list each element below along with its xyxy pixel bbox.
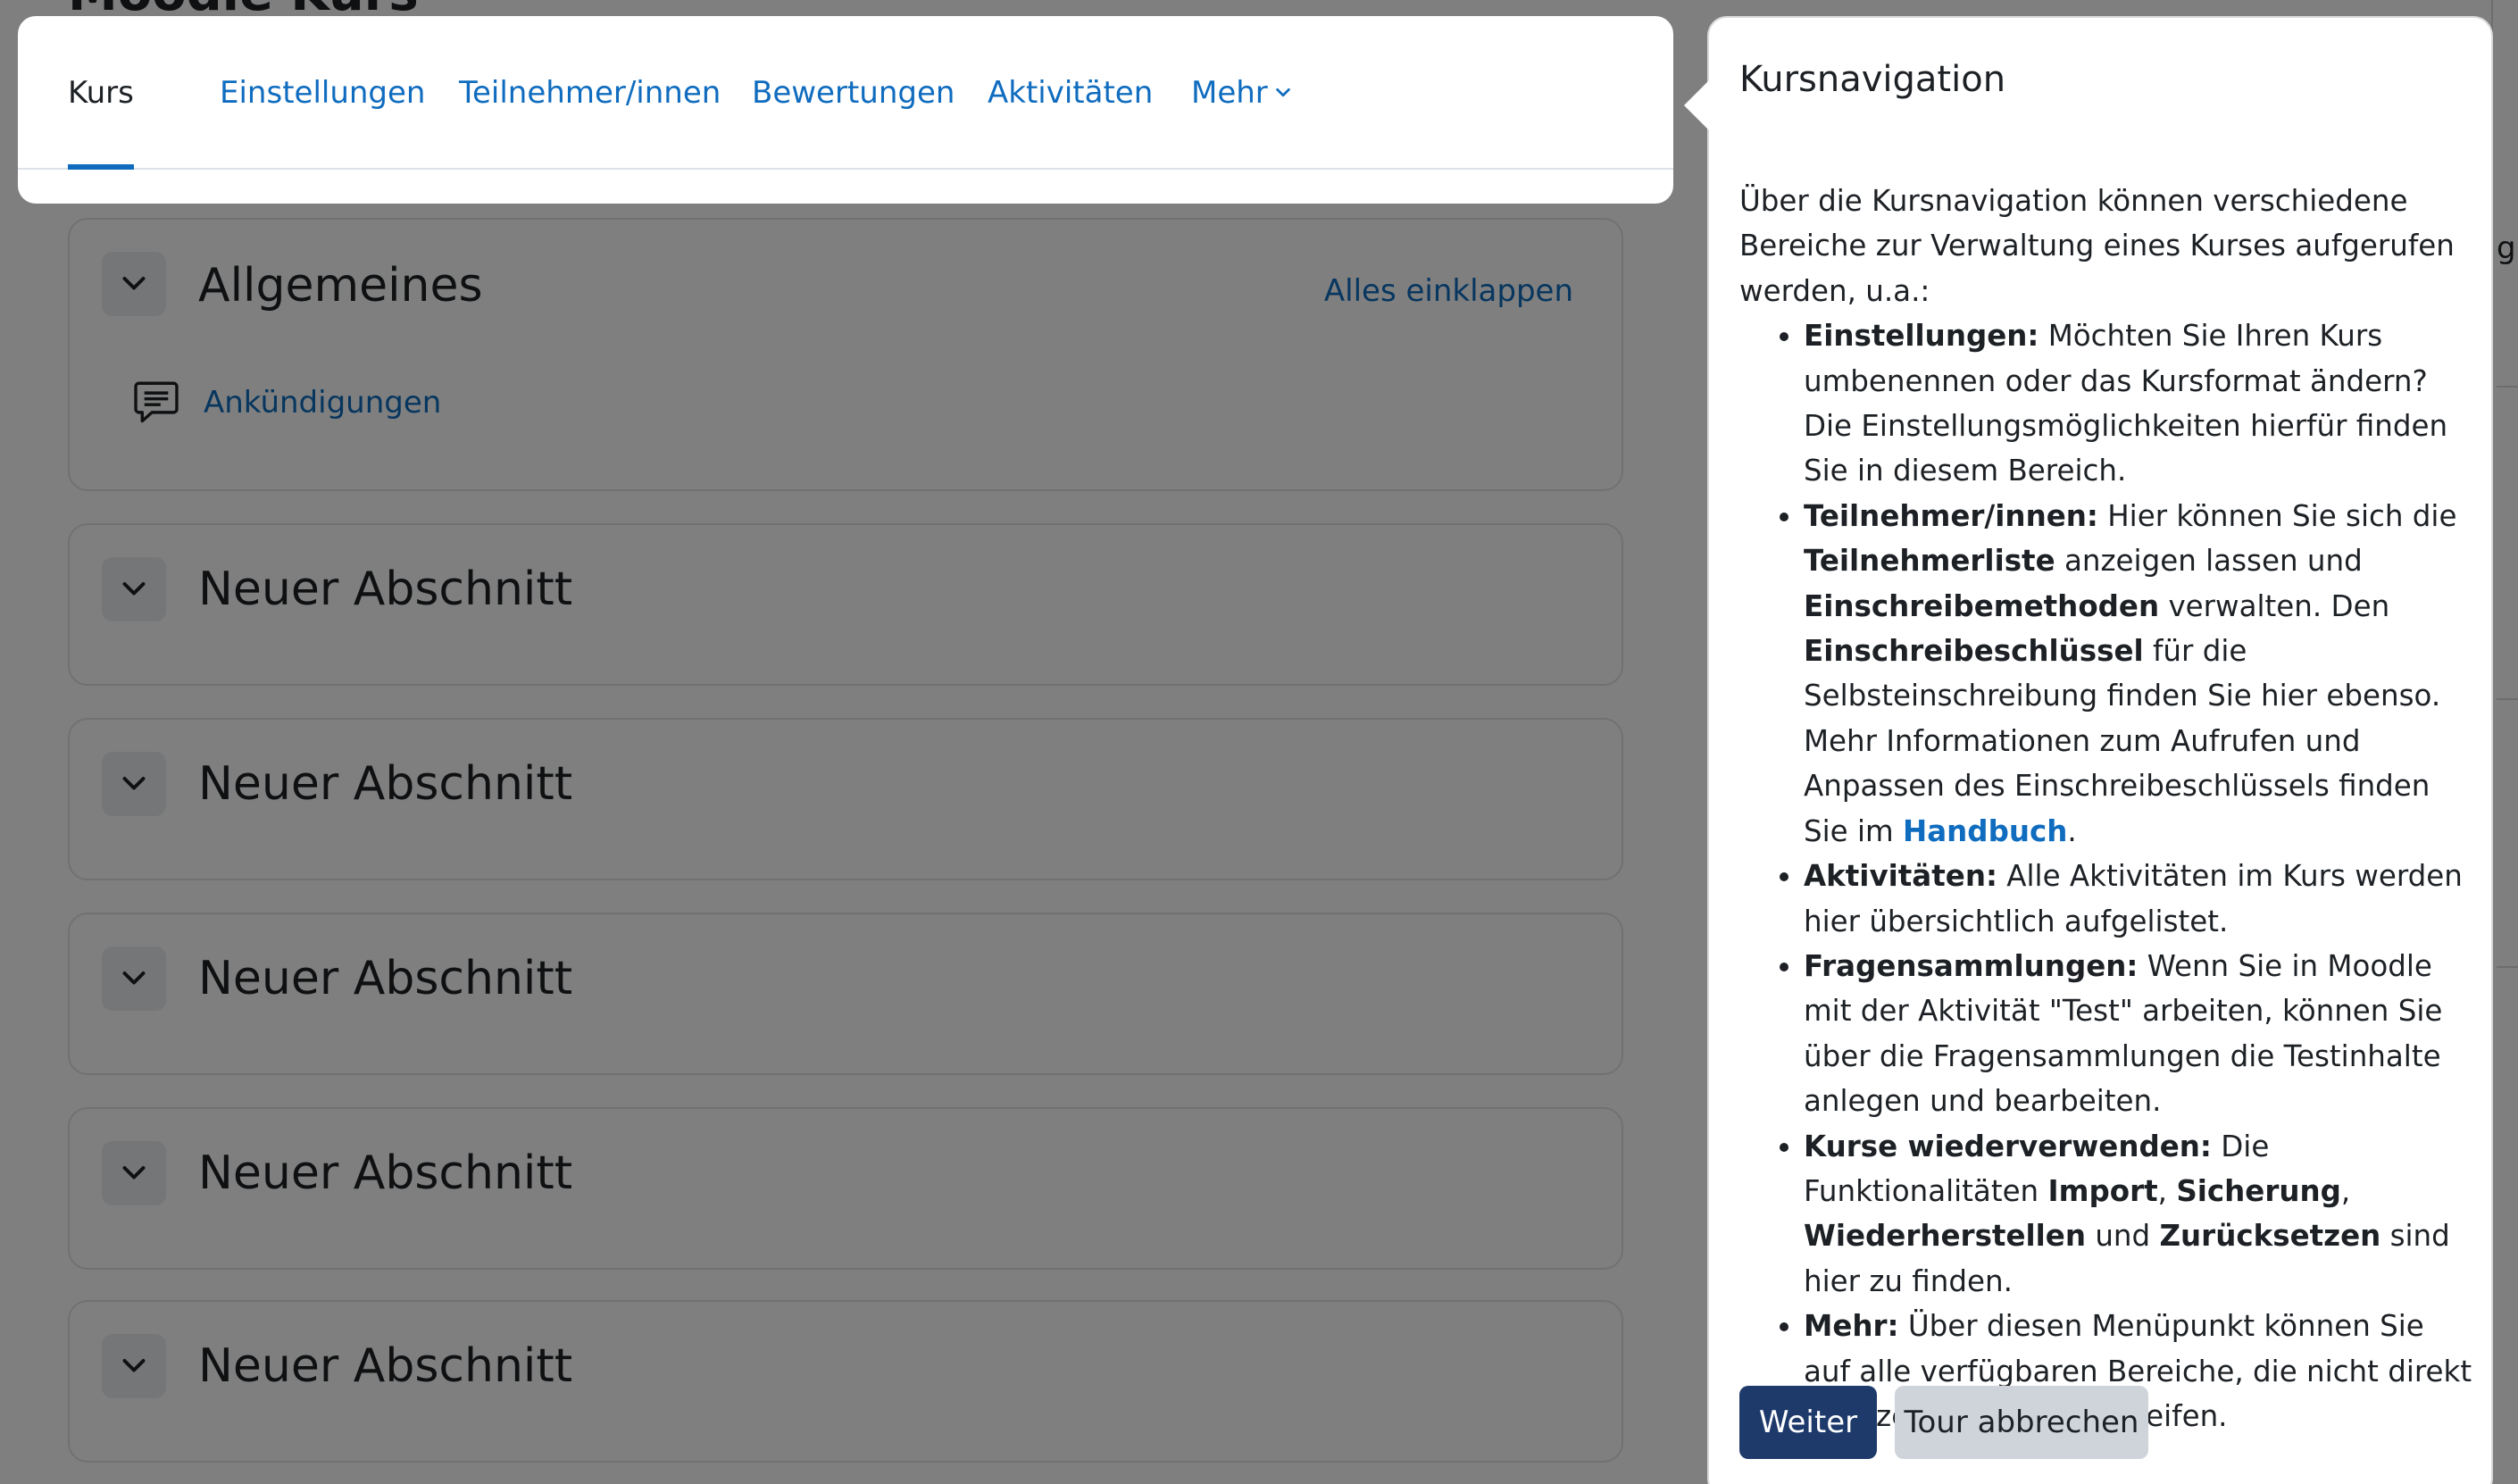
term-label: Mehr: xyxy=(1804,1309,1899,1344)
tour-step-content: Über die Kursnavigation können verschied… xyxy=(1739,179,2477,1438)
tab-label: Kurs xyxy=(68,75,134,111)
bold-term: Sicherung xyxy=(2176,1173,2341,1208)
list-item: Fragensammlungen: Wenn Sie in Moodle mit… xyxy=(1804,944,2477,1124)
tab-einstellungen[interactable]: Einstellungen xyxy=(220,16,425,170)
item-text: anzeigen lassen und xyxy=(2064,544,2363,579)
tour-footer: Weiter Tour abbrechen xyxy=(1739,1386,2148,1459)
tab-label: Teilnehmer/innen xyxy=(459,75,721,111)
term-label: Fragensammlungen: xyxy=(1804,948,2139,983)
tab-label: Aktivitäten xyxy=(988,75,1154,111)
tab-label: Bewertungen xyxy=(752,75,955,111)
chevron-down-icon xyxy=(1275,88,1290,97)
tab-teilnehmer[interactable]: Teilnehmer/innen xyxy=(459,16,721,170)
tab-aktivitaeten[interactable]: Aktivitäten xyxy=(988,16,1153,170)
tab-bewertungen[interactable]: Bewertungen xyxy=(752,16,955,170)
item-text: Hier können Sie sich die xyxy=(2107,498,2457,533)
item-text: verwalten. Den xyxy=(2168,588,2390,623)
handbuch-link[interactable]: Handbuch xyxy=(1903,814,2067,848)
term-label: Kurse wiederverwenden: xyxy=(1804,1129,2212,1163)
list-item: Aktivitäten: Alle Aktivitäten im Kurs we… xyxy=(1804,854,2477,944)
separator: , xyxy=(2340,1173,2351,1208)
term-label: Aktivitäten: xyxy=(1804,859,1997,894)
tab-kurs[interactable]: Kurs xyxy=(68,16,134,170)
list-item: Teilnehmer/innen: Hier können Sie sich d… xyxy=(1804,494,2477,854)
separator: , xyxy=(2157,1173,2167,1208)
bold-term: Zurücksetzen xyxy=(2159,1219,2381,1254)
bold-term: Einschreibeschlüssel xyxy=(1804,634,2144,669)
tour-intro: Über die Kursnavigation können verschied… xyxy=(1739,184,2455,308)
secondary-navigation: Kurs Einstellungen Teilnehmer/innen Bewe… xyxy=(18,16,1673,204)
tour-step-popover: Kursnavigation Über die Kursnavigation k… xyxy=(1684,16,2493,1484)
tab-label: Mehr xyxy=(1191,75,1268,111)
term-label: Einstellungen: xyxy=(1804,319,2039,354)
bold-term: Teilnehmerliste xyxy=(1804,544,2055,579)
tour-list: Einstellungen: Möchten Sie Ihren Kurs um… xyxy=(1739,313,2477,1438)
next-button[interactable]: Weiter xyxy=(1739,1386,1877,1459)
term-label: Teilnehmer/innen: xyxy=(1804,498,2098,533)
tour-step-title: Kursnavigation xyxy=(1739,59,2006,100)
end-tour-button[interactable]: Tour abbrechen xyxy=(1895,1386,2148,1459)
bold-term: Wiederherstellen xyxy=(1804,1219,2086,1254)
list-item: Kurse wiederverwenden: Die Funktionalitä… xyxy=(1804,1124,2477,1305)
popover-arrow xyxy=(1684,79,1711,132)
list-item: Einstellungen: Möchten Sie Ihren Kurs um… xyxy=(1804,313,2477,494)
bold-term: Import xyxy=(2047,1173,2158,1208)
tab-label: Einstellungen xyxy=(220,75,426,111)
item-text: . xyxy=(2067,813,2077,848)
tab-mehr[interactable]: Mehr xyxy=(1191,16,1293,170)
item-text: und xyxy=(2095,1219,2151,1254)
bold-term: Einschreibemethoden xyxy=(1804,588,2160,623)
